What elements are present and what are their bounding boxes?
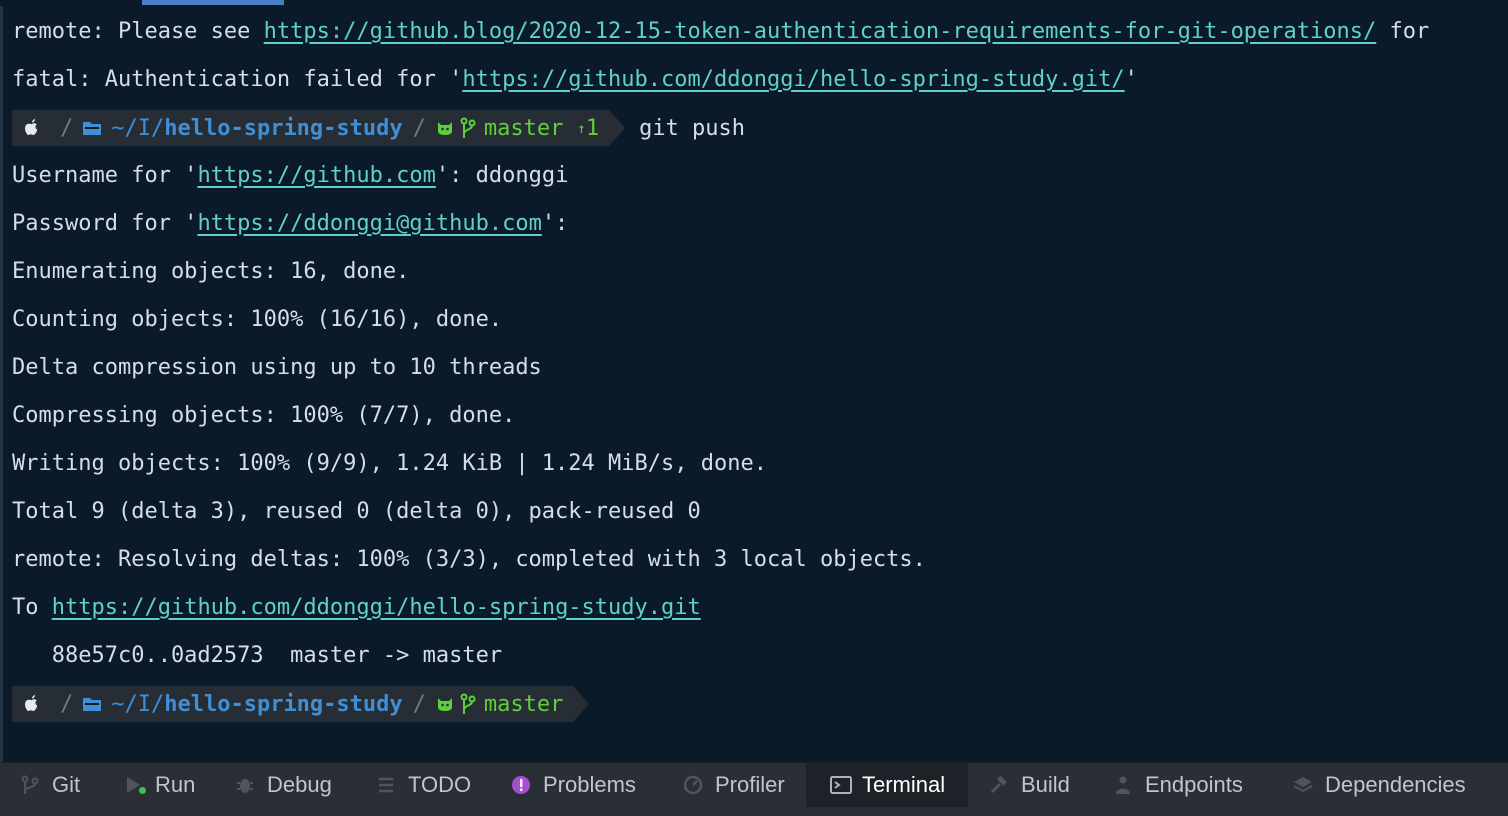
toolwindow-build[interactable]: Build — [989, 763, 1070, 807]
branch-name: master — [483, 115, 564, 141]
toolwindow-label: Profiler — [715, 772, 785, 797]
endpoints-icon — [1116, 776, 1130, 794]
gauge-icon — [683, 775, 703, 795]
prompt-segment-end — [573, 686, 590, 722]
branch-name: master — [483, 691, 564, 717]
path-prefix: ~/I/ — [111, 115, 165, 141]
line-text: To — [12, 595, 52, 620]
folder-icon — [83, 122, 102, 135]
terminal-line: Counting objects: 100% (16/16), done. — [12, 307, 503, 332]
line-text: ': ddonggi — [435, 163, 569, 188]
terminal-line: 88e57c0..0ad2573 master -> master — [12, 643, 503, 668]
line-text: Password for ' — [12, 211, 198, 236]
toolwindow-terminal[interactable]: Terminal — [806, 763, 968, 807]
typed-command: git push — [639, 115, 746, 141]
toolwindow-label: Problems — [543, 772, 636, 797]
active-tab-indicator — [142, 0, 284, 5]
terminal-icon — [830, 776, 852, 794]
terminal-line: fatal: Authentication failed for 'https:… — [12, 56, 1138, 104]
toolwindow-problems[interactable]: Problems — [511, 763, 636, 807]
shell-prompt: / ~/I/hello-spring-study / master — [12, 686, 590, 722]
prompt-separator: / — [412, 691, 426, 717]
toolwindow-label: Endpoints — [1145, 772, 1243, 797]
branch-icon — [460, 693, 476, 714]
toolwindow-dependencies[interactable]: Dependencies — [1293, 763, 1466, 807]
terminal-output[interactable]: remote: Please see https://github.blog/2… — [0, 6, 1508, 762]
running-indicator-dot — [139, 787, 146, 794]
alert-icon — [512, 776, 530, 794]
shell-prompt: / ~/I/hello-spring-study / master ↑1 git… — [12, 110, 745, 146]
prompt-segment-end — [609, 110, 626, 146]
prompt-segment: / ~/I/hello-spring-study / master — [12, 686, 574, 722]
apple-icon — [25, 695, 38, 711]
toolwindow-debug[interactable]: Debug — [235, 763, 332, 807]
terminal-line: Total 9 (delta 3), reused 0 (delta 0), p… — [12, 499, 701, 524]
run-icon — [123, 775, 146, 795]
line-text: ': — [541, 211, 569, 236]
terminal-line: To https://github.com/ddonggi/hello-spri… — [12, 584, 701, 632]
terminal-line: Writing objects: 100% (9/9), 1.24 KiB | … — [12, 451, 767, 476]
terminal-line: Delta compression using up to 10 threads — [12, 355, 542, 380]
ahead-count: ↑1 — [577, 116, 599, 141]
terminal-link[interactable]: https://ddonggi@github.com — [197, 211, 541, 236]
toolwindow-label: Build — [1021, 772, 1070, 797]
toolwindow-label: TODO — [408, 772, 472, 797]
bug-icon — [237, 779, 253, 793]
path-current-dir: hello-spring-study — [164, 115, 403, 141]
toolwindow-endpoints[interactable]: Endpoints — [1113, 763, 1243, 807]
terminal-line: Username for 'https://github.com': ddong… — [12, 152, 568, 200]
toolwindow-todo[interactable]: TODO — [376, 763, 471, 807]
branch-icon — [460, 117, 476, 138]
tool-window-bar: Git Run Debug TODO Problems Profiler Ter… — [0, 762, 1508, 816]
prompt-separator: / — [60, 115, 74, 141]
prompt-separator: / — [60, 691, 74, 717]
list-icon — [379, 777, 393, 793]
terminal-line: Enumerating objects: 16, done. — [12, 259, 410, 284]
line-text: remote: Please see — [12, 19, 264, 44]
path-prefix: ~/I/ — [111, 691, 165, 717]
terminal-line: remote: Please see https://github.blog/2… — [12, 8, 1429, 56]
ahead-number: 1 — [585, 115, 600, 141]
terminal-link[interactable]: https://github.blog/2020-12-15-token-aut… — [264, 19, 1377, 44]
toolwindow-run[interactable]: Run — [123, 763, 195, 807]
toolwindow-profiler[interactable]: Profiler — [683, 763, 785, 807]
terminal-line: remote: Resolving deltas: 100% (3/3), co… — [12, 547, 926, 572]
toolwindow-label: Git — [52, 772, 81, 797]
hammer-icon — [990, 775, 1007, 794]
toolwindow-label: Run — [155, 772, 196, 797]
apple-icon — [25, 119, 38, 135]
line-text: fatal: Authentication failed for ' — [12, 67, 463, 92]
layers-icon — [1293, 777, 1313, 793]
toolwindow-git[interactable]: Git — [20, 763, 80, 807]
line-text: for — [1376, 19, 1430, 44]
toolwindow-label: Terminal — [862, 772, 946, 797]
terminal-line: Password for 'https://ddonggi@github.com… — [12, 200, 568, 248]
toolwindow-label: Debug — [267, 772, 332, 797]
terminal-link[interactable]: https://github.com — [197, 163, 435, 188]
prompt-separator: / — [412, 115, 426, 141]
git-branch-icon — [21, 775, 39, 794]
toolwindow-label: Dependencies — [1325, 772, 1466, 797]
github-cat-icon — [437, 698, 452, 711]
path-current-dir: hello-spring-study — [164, 691, 403, 717]
prompt-segment: / ~/I/hello-spring-study / master ↑1 — [12, 110, 610, 146]
line-text: ' — [1124, 67, 1138, 92]
folder-icon — [83, 698, 102, 711]
terminal-line: Compressing objects: 100% (7/7), done. — [12, 403, 516, 428]
ahead-arrow-icon: ↑ — [577, 120, 586, 137]
terminal-link[interactable]: https://github.com/ddonggi/hello-spring-… — [462, 67, 1124, 92]
terminal-link[interactable]: https://github.com/ddonggi/hello-spring-… — [52, 595, 701, 620]
line-text: Username for ' — [12, 163, 198, 188]
github-cat-icon — [437, 122, 452, 135]
